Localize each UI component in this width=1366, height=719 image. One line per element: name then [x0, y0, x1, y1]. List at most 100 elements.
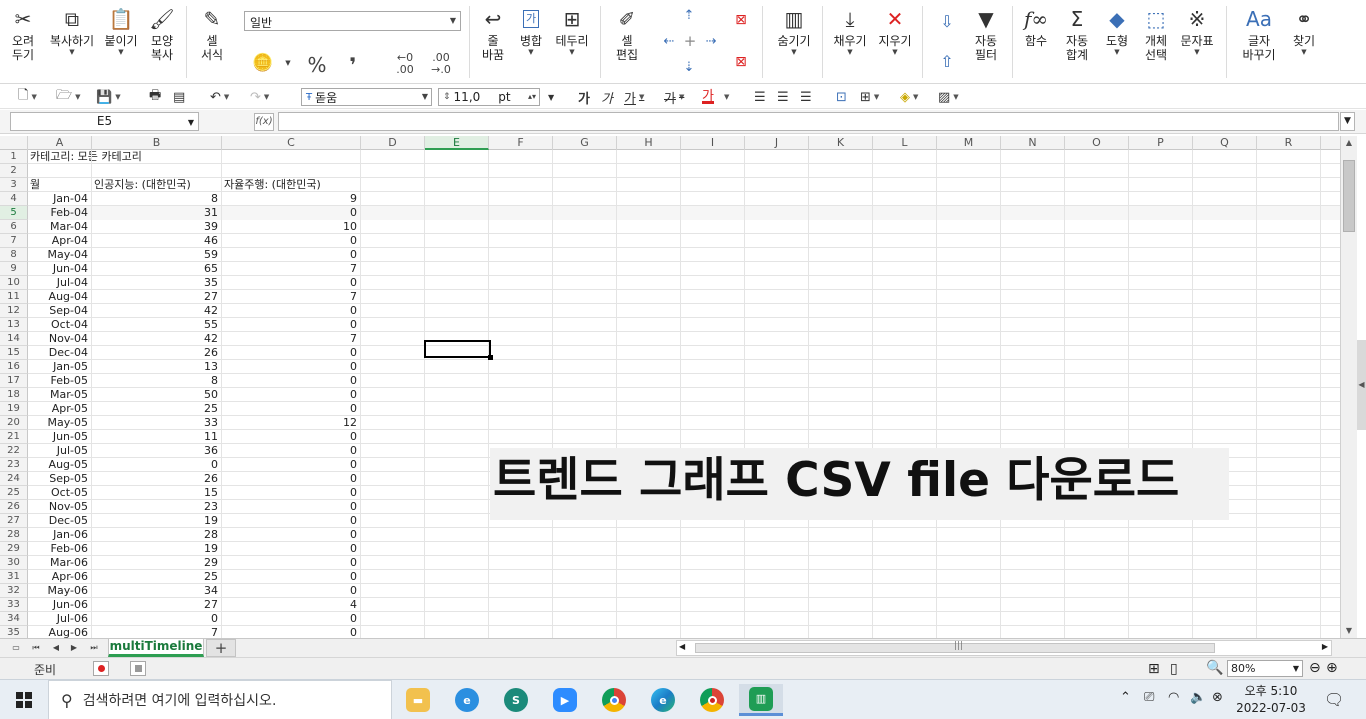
cell-a4[interactable]: Jan-04: [28, 192, 92, 205]
format-painter-button[interactable]: 🖌 모양 복사: [145, 4, 179, 62]
font-color-button[interactable]: 가: [702, 88, 714, 104]
app-green-swirl[interactable]: S: [494, 684, 538, 716]
increase-decimal-button[interactable]: ←0 .00: [388, 50, 422, 78]
internet-explorer-app[interactable]: e: [445, 684, 489, 716]
cell-a9[interactable]: Jun-04: [28, 262, 92, 275]
row-header-13[interactable]: 13: [0, 318, 28, 332]
row-header-25[interactable]: 25: [0, 486, 28, 500]
column-header-d[interactable]: D: [361, 136, 425, 150]
cell-a24[interactable]: Sep-05: [28, 472, 92, 485]
notifications-button[interactable]: 🗨: [1324, 690, 1344, 709]
insert-column-left-button[interactable]: ⇠: [660, 32, 678, 50]
scrollbar-thumb[interactable]: [1343, 160, 1355, 232]
currency-format-button[interactable]: 🪙: [248, 50, 278, 76]
insert-column-right-button[interactable]: ⇢: [702, 32, 720, 50]
cell-c25[interactable]: 0: [222, 486, 361, 499]
cell-b25[interactable]: 15: [92, 486, 222, 499]
row-header-12[interactable]: 12: [0, 304, 28, 318]
cell-b5[interactable]: 31: [92, 206, 222, 219]
border-button[interactable]: ⊞ 테두리 ▼: [552, 4, 592, 56]
cell-c7[interactable]: 0: [222, 234, 361, 247]
column-header-p[interactable]: P: [1129, 136, 1193, 150]
font-size-field[interactable]: ⇕ 11,0 pt ▴▾: [438, 88, 540, 106]
row-header-1[interactable]: 1: [0, 150, 28, 164]
prev-sheet-icon[interactable]: ◀: [48, 641, 64, 655]
currency-format-dropdown[interactable]: ▼: [282, 56, 294, 70]
cell-a25[interactable]: Oct-05: [28, 486, 92, 499]
cell-b10[interactable]: 35: [92, 276, 222, 289]
chrome-profile-app[interactable]: [690, 684, 734, 716]
edge-app[interactable]: e: [641, 684, 685, 716]
cell-b30[interactable]: 29: [92, 556, 222, 569]
cell-b33[interactable]: 27: [92, 598, 222, 611]
column-header-n[interactable]: N: [1001, 136, 1065, 150]
cell-b7[interactable]: 46: [92, 234, 222, 247]
merge-button[interactable]: 가 병합 ▼: [514, 4, 548, 56]
row-header-16[interactable]: 16: [0, 360, 28, 374]
delete-column-button[interactable]: ⊠: [728, 50, 754, 74]
cell-b9[interactable]: 65: [92, 262, 222, 275]
cell-a17[interactable]: Feb-05: [28, 374, 92, 387]
cell-a33[interactable]: Jun-06: [28, 598, 92, 611]
column-header-l[interactable]: L: [873, 136, 937, 150]
column-header-b[interactable]: B: [92, 136, 222, 150]
clear-button[interactable]: ✕ 지우기 ▼: [873, 4, 917, 56]
cell-c28[interactable]: 0: [222, 528, 361, 541]
column-header-r[interactable]: R: [1257, 136, 1321, 150]
name-box[interactable]: E5 ▼: [10, 112, 199, 131]
volume-icon[interactable]: 🔈: [1190, 690, 1206, 705]
save-button[interactable]: 💾 ▼: [96, 88, 121, 106]
print-button[interactable]: 🖶: [149, 88, 161, 106]
cell-a23[interactable]: Aug-05: [28, 458, 92, 471]
cell-b13[interactable]: 55: [92, 318, 222, 331]
cell-a35[interactable]: Aug-06: [28, 626, 92, 638]
file-explorer-app[interactable]: ▬: [396, 684, 440, 716]
undo-button[interactable]: ↶ ▼: [210, 88, 229, 106]
cell-c5[interactable]: 0: [222, 206, 361, 219]
font-size-dropdown[interactable]: ▼: [548, 88, 554, 106]
comma-button[interactable]: ❜: [340, 52, 366, 78]
cell-c16[interactable]: 0: [222, 360, 361, 373]
cell-a8[interactable]: May-04: [28, 248, 92, 261]
new-document-button[interactable]: 🗋 ▼: [18, 88, 37, 106]
hide-button[interactable]: ▥ 숨기기 ▼: [772, 4, 816, 56]
cell-b34[interactable]: 0: [92, 612, 222, 625]
scroll-right-icon[interactable]: ▶: [1322, 642, 1328, 651]
scroll-down-icon[interactable]: ▼: [1341, 624, 1357, 638]
cell-c22[interactable]: 0: [222, 444, 361, 457]
macro-stop-button[interactable]: [130, 661, 146, 676]
cell-c10[interactable]: 0: [222, 276, 361, 289]
number-format-select[interactable]: 일반 ▼: [244, 11, 461, 31]
cell-c23[interactable]: 0: [222, 458, 361, 471]
close-circle-icon[interactable]: ⊗: [1212, 690, 1223, 705]
row-header-19[interactable]: 19: [0, 402, 28, 416]
object-select-button[interactable]: ⬚ 개체 선택: [1138, 4, 1174, 62]
row-header-17[interactable]: 17: [0, 374, 28, 388]
cell-c13[interactable]: 0: [222, 318, 361, 331]
start-button[interactable]: [0, 680, 48, 719]
page-view-button[interactable]: ▯: [1170, 661, 1178, 677]
row-header-18[interactable]: 18: [0, 388, 28, 402]
shapes-button[interactable]: ◆ 도형 ▼: [1100, 4, 1134, 56]
row-header-29[interactable]: 29: [0, 542, 28, 556]
column-header-q[interactable]: Q: [1193, 136, 1257, 150]
column-header-m[interactable]: M: [937, 136, 1001, 150]
side-panel-toggle[interactable]: ◀: [1357, 340, 1366, 430]
row-header-22[interactable]: 22: [0, 444, 28, 458]
cell-b23[interactable]: 0: [92, 458, 222, 471]
cell-a21[interactable]: Jun-05: [28, 430, 92, 443]
fill-button[interactable]: ⤓ 채우기 ▼: [828, 4, 872, 56]
normal-view-button[interactable]: ⊞: [1148, 661, 1160, 677]
macro-record-button[interactable]: [93, 661, 109, 676]
cell-b3[interactable]: 인공지능: (대한민국): [92, 178, 191, 191]
insert-row-above-button[interactable]: ⇡: [680, 6, 698, 24]
paste-button[interactable]: 📋 붙이기 ▼: [101, 4, 141, 56]
cell-b6[interactable]: 39: [92, 220, 222, 233]
cell-c6[interactable]: 10: [222, 220, 361, 233]
row-header-32[interactable]: 32: [0, 584, 28, 598]
row-header-8[interactable]: 8: [0, 248, 28, 262]
cell-a10[interactable]: Jul-04: [28, 276, 92, 289]
cell-c8[interactable]: 0: [222, 248, 361, 261]
cell-b26[interactable]: 23: [92, 500, 222, 513]
sort-ascending-button[interactable]: ⇩: [934, 8, 960, 34]
